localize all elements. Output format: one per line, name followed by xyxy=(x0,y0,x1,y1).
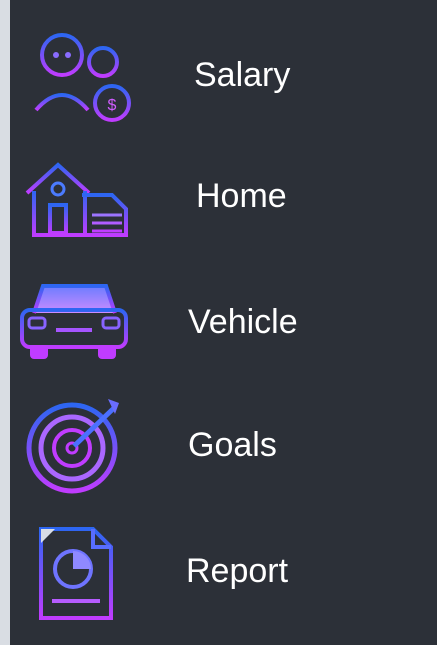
sidebar-item-home[interactable]: Home xyxy=(10,135,437,255)
sidebar-item-label-home: Home xyxy=(196,177,287,215)
sidebar-item-label-vehicle: Vehicle xyxy=(188,303,298,341)
report-icon xyxy=(10,515,140,635)
home-icon xyxy=(10,135,140,255)
left-edge-strip xyxy=(0,0,10,645)
sidebar-item-salary[interactable]: $ Salary xyxy=(10,10,437,130)
sidebar-item-report[interactable]: Report xyxy=(10,515,437,635)
salary-user-icon: $ xyxy=(10,10,140,130)
sidebar-item-label-goals: Goals xyxy=(188,426,277,464)
svg-text:$: $ xyxy=(108,97,117,114)
target-icon xyxy=(10,385,140,505)
sidebar-item-vehicle[interactable]: Vehicle xyxy=(10,258,437,378)
sidebar-item-label-report: Report xyxy=(186,552,289,590)
sidebar-item-label-salary: Salary xyxy=(194,56,291,94)
car-icon xyxy=(10,258,140,378)
sidebar-item-goals[interactable]: Goals xyxy=(10,385,437,505)
sidebar-navigation: $ Salary Home Vehicle Goals Report xyxy=(10,0,437,645)
